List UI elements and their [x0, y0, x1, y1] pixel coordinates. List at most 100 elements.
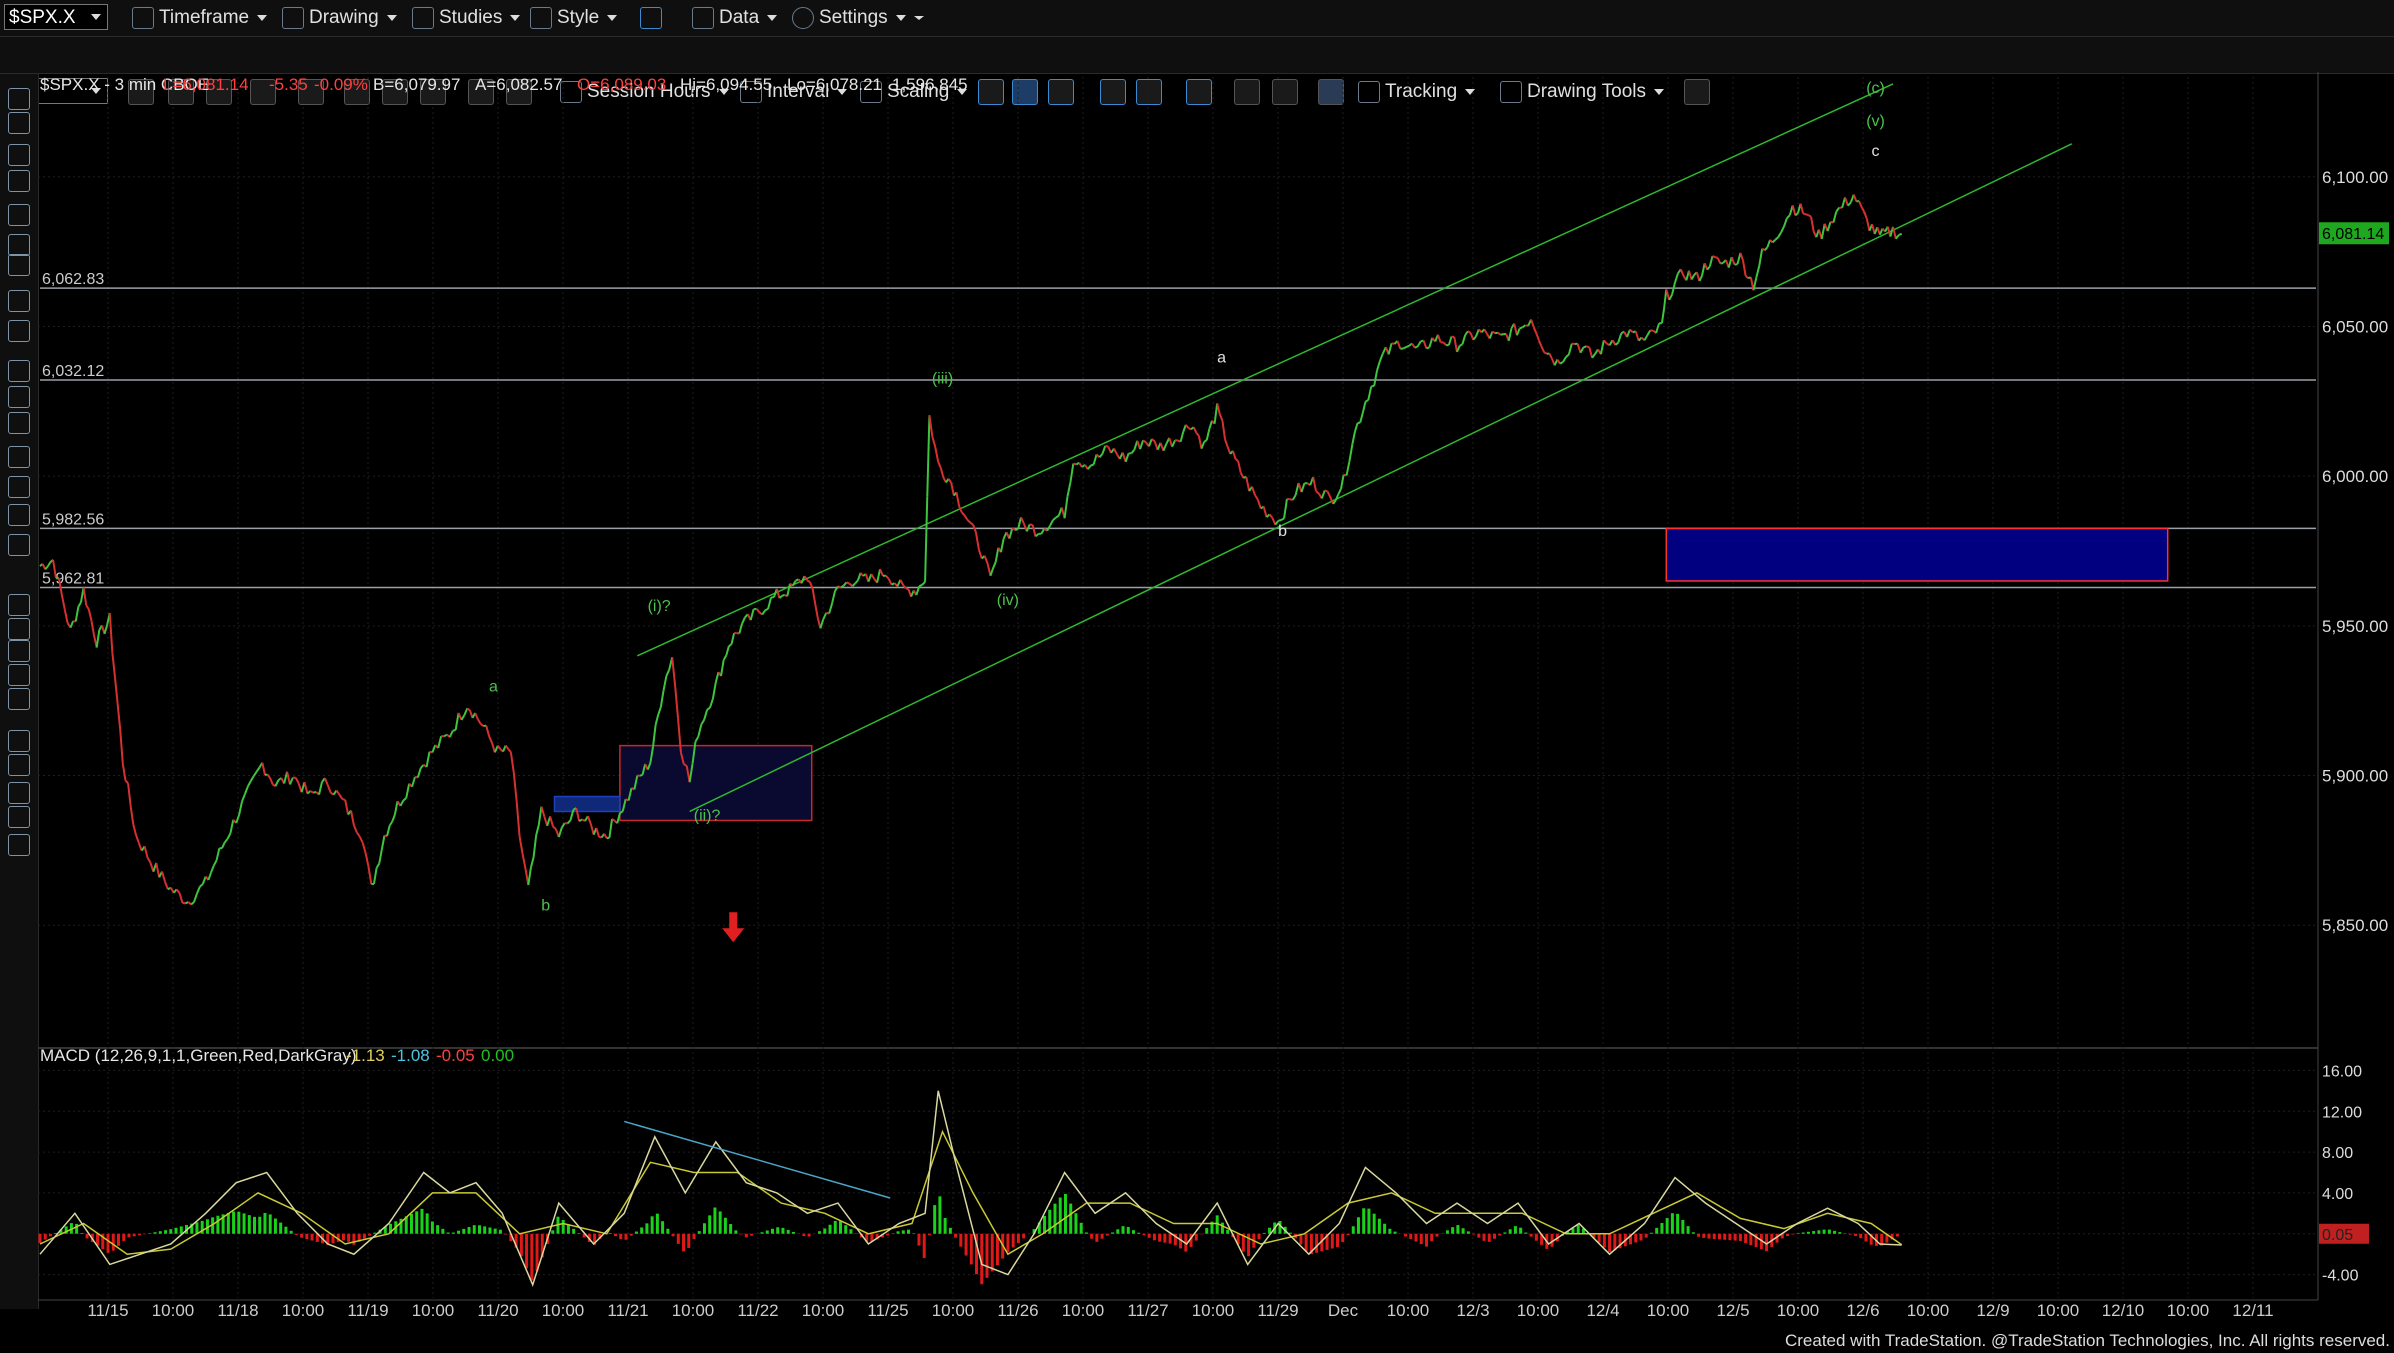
price-segment [856, 572, 862, 581]
price-segment [806, 579, 811, 583]
macd-header-value: -1.08 [391, 1046, 430, 1065]
price-segment [1200, 441, 1206, 450]
price-segment [603, 833, 608, 839]
price-segment [1826, 221, 1832, 232]
price-segment [303, 781, 309, 794]
price-segment [1852, 194, 1858, 202]
price-segment [1637, 336, 1643, 342]
price-segment [294, 777, 300, 784]
price-segment [116, 703, 122, 730]
price-segment [899, 579, 905, 586]
price-segment [221, 841, 226, 849]
macd-header-value: 0.00 [481, 1046, 514, 1065]
price-segment [934, 446, 940, 462]
time-axis: 11/15 10:00 11/18 10:00 11/19 10:00 11/20 10:00… [87, 1301, 2273, 1320]
price-segment [1130, 449, 1136, 454]
price-segment [175, 888, 181, 894]
price-segment [196, 886, 201, 895]
price-segment [1538, 340, 1543, 348]
price-segment [1337, 488, 1342, 495]
price-segment [1556, 359, 1562, 365]
price-segment [974, 532, 980, 550]
price-segment [1559, 361, 1564, 365]
price-segment [137, 842, 143, 851]
price-segment [595, 827, 600, 838]
price-segment [811, 588, 817, 605]
price-segment [1334, 493, 1340, 501]
price-segment [460, 714, 466, 721]
price-segment [1205, 428, 1211, 441]
price-segment [1567, 343, 1573, 355]
price-segment [814, 603, 819, 619]
price-segment [1361, 401, 1367, 414]
price-tick-label: 5,900.00 [2322, 767, 2388, 786]
price-segment [749, 608, 755, 621]
price-segment [1055, 514, 1060, 519]
price-segment [674, 685, 680, 719]
price-segment [463, 708, 469, 716]
price-segment [926, 415, 931, 497]
price-segment [1583, 345, 1587, 349]
price-segment [178, 892, 184, 904]
price-segment [1066, 482, 1072, 497]
price-segment [1519, 326, 1523, 330]
price-segment [1634, 331, 1640, 341]
price-tick-label: 5,950.00 [2322, 617, 2388, 636]
price-segment [1025, 523, 1031, 532]
header-value: O=6,089.03 [577, 75, 666, 94]
price-segment [822, 612, 828, 620]
price-segment [229, 819, 235, 834]
price-segment [1494, 331, 1499, 335]
price-segment [358, 836, 364, 844]
price-segment [1179, 431, 1185, 442]
time-tick-label: 10:00 [282, 1301, 325, 1320]
small-blue-box [553, 795, 621, 813]
price-segment [1367, 386, 1373, 401]
price-segment [1411, 342, 1416, 349]
price-segment [388, 820, 394, 827]
price-segment [1475, 329, 1480, 337]
price-segment [560, 822, 566, 829]
price-segment [1535, 332, 1540, 341]
price-segment [854, 579, 859, 584]
price-segment [983, 555, 989, 564]
price-segment [82, 587, 88, 606]
price-segment [1591, 353, 1596, 359]
time-tick-label: 10:00 [412, 1301, 455, 1320]
price-segment [950, 482, 955, 496]
price-segment [1373, 370, 1379, 387]
price-segment [1087, 464, 1092, 470]
price-segment [1354, 422, 1359, 432]
price-chart[interactable]: 6,062.83 6,032.12 5,982.56 5,962.81 a b (i)? (… [0, 0, 2394, 1353]
macd-tick-label: -4.00 [2322, 1268, 2359, 1285]
time-tick-label: 10:00 [932, 1301, 975, 1320]
price-segment [1739, 252, 1744, 261]
trend-channel [637, 83, 2073, 813]
price-segment [1674, 273, 1679, 283]
price-segment [969, 521, 974, 526]
price-segment [69, 620, 75, 629]
header-value: A=6,082.57 [475, 75, 562, 94]
price-segment [1320, 490, 1326, 499]
price-segment [1008, 527, 1014, 539]
price-segment [504, 744, 510, 750]
price-segment [255, 766, 261, 773]
macd-header-value: MACD (12,26,9,1,1,Green,Red,DarkGray) [40, 1046, 357, 1065]
price-segment [1348, 444, 1354, 462]
price-segment [1151, 438, 1156, 443]
price-segment [1483, 328, 1488, 335]
price-segment [1098, 453, 1104, 458]
price-segment [391, 814, 396, 822]
price-segment [1579, 346, 1585, 354]
price-segment [74, 606, 80, 622]
price-segment [1507, 327, 1513, 342]
price-segment [1017, 517, 1022, 530]
price-segment [703, 709, 709, 721]
wave-label: (iii) [932, 370, 953, 387]
price-segment [286, 771, 291, 785]
price-segment [146, 857, 152, 864]
wave-label: a [489, 679, 498, 696]
price-segment [1898, 232, 1903, 236]
chart-header: $SPX.X - 3 min CBOEL=6,081.14 -5.35 -0.09%… [40, 75, 968, 1065]
header-value: Hi=6,094.55 [680, 75, 772, 94]
